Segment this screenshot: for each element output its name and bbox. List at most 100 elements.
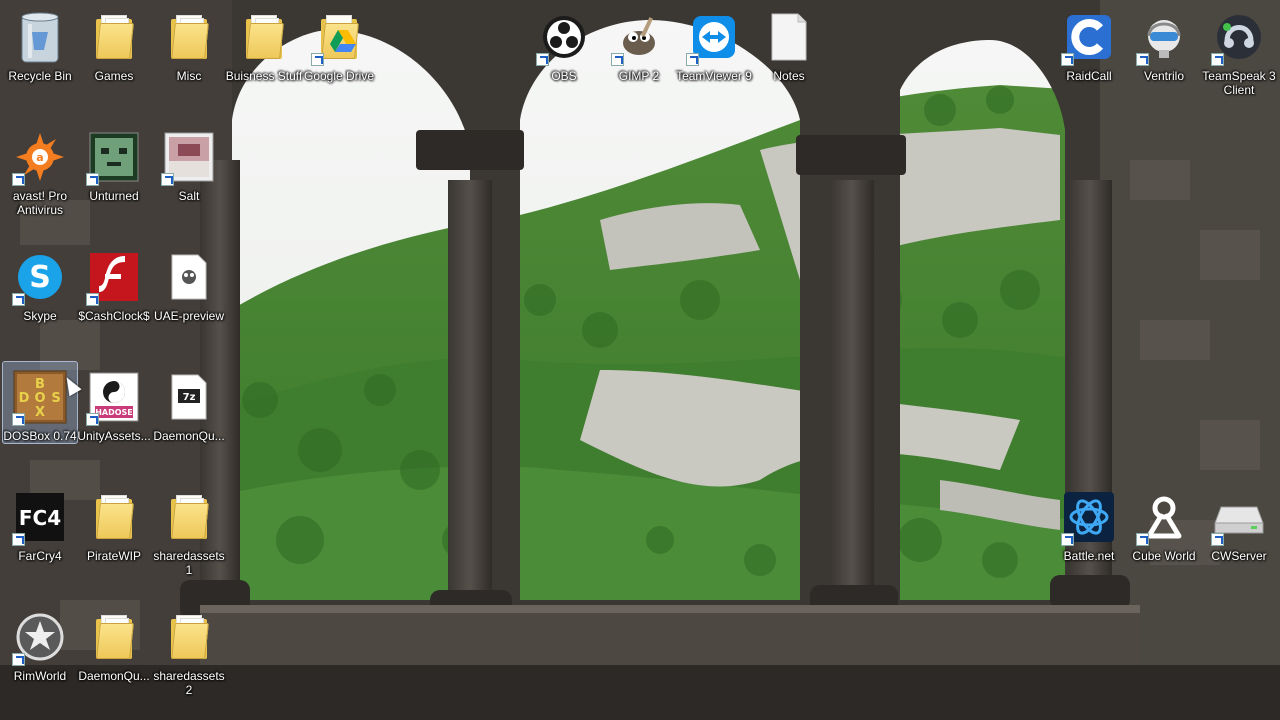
svg-text:D: D — [19, 391, 30, 406]
shortcut-arrow-icon — [311, 53, 324, 66]
desktop-icon-skype[interactable]: S Skype — [3, 242, 77, 323]
rimworld-icon — [11, 608, 69, 666]
desktop-icon-label: Ventrilo — [1143, 69, 1185, 83]
desktop-icon-daemonqu-folder[interactable]: DaemonQu... — [77, 602, 151, 683]
desktop-icon-dosbox[interactable]: BDOSX DOSBox 0.74 — [2, 361, 78, 444]
desktop-icon-label: OBS — [551, 69, 577, 83]
shortcut-arrow-icon — [1211, 533, 1224, 546]
desktop-icon-label: sharedassets2 — [153, 669, 225, 697]
desktop-icon-rimworld[interactable]: RimWorld — [3, 602, 77, 683]
salt-icon — [160, 128, 218, 186]
shortcut-arrow-icon — [611, 53, 624, 66]
unity-assets-icon: HADOSE — [85, 368, 143, 426]
desktop-icon-farcry4[interactable]: FC4 FarCry4 — [3, 482, 77, 563]
desktop-icon-label: RaidCall — [1066, 69, 1112, 83]
desktop-icon-label: GIMP 2 — [618, 69, 660, 83]
folder-icon — [235, 8, 293, 66]
shortcut-arrow-icon — [161, 173, 174, 186]
desktop-icon-label: TeamSpeak 3 Client — [1202, 69, 1276, 97]
desktop-icon-label: FarCry4 — [18, 549, 62, 563]
desktop-icon-games-folder[interactable]: Games — [77, 2, 151, 83]
desktop-icon-buisness-stuff-folder[interactable]: Buisness Stuff — [225, 2, 303, 83]
desktop-icon-label: Notes — [773, 69, 805, 83]
desktop-icon-daemonqu-archive[interactable]: 7z DaemonQu... — [152, 362, 226, 443]
desktop-icon-cwserver[interactable]: CWServer — [1202, 482, 1276, 563]
desktop-icon-sharedassets2-folder[interactable]: sharedassets2 — [152, 602, 226, 697]
folder-icon — [85, 488, 143, 546]
desktop-icon-teamviewer[interactable]: TeamViewer 9 — [676, 2, 752, 83]
desktop-icon-notes[interactable]: Notes — [752, 2, 826, 83]
skype-icon: S — [11, 248, 69, 306]
desktop-icon-avast[interactable]: a avast! Pro Antivirus — [3, 122, 77, 217]
avast-icon: a — [11, 128, 69, 186]
desktop-icon-salt[interactable]: Salt — [152, 122, 226, 203]
desktop-icon-label: Cube World — [1132, 549, 1196, 563]
shortcut-arrow-icon — [12, 653, 25, 666]
flash-icon — [85, 248, 143, 306]
folder-icon — [85, 608, 143, 666]
battlenet-icon — [1060, 488, 1118, 546]
desktop-icon-uae-preview[interactable]: UAE-preview — [152, 242, 226, 323]
desktop-icon-label: DOSBox 0.74 — [3, 429, 77, 443]
desktop-icon-label: TeamViewer 9 — [676, 69, 752, 83]
desktop: Recycle Bin Games Misc Buisness Stuff Go… — [0, 0, 1280, 720]
desktop-icon-label: avast! Pro Antivirus — [12, 189, 68, 217]
shortcut-arrow-icon — [86, 413, 99, 426]
svg-text:HADOSE: HADOSE — [95, 408, 133, 417]
desktop-icon-label: DaemonQu... — [78, 669, 150, 683]
desktop-icon-label: CWServer — [1211, 549, 1267, 563]
desktop-icon-label: RimWorld — [13, 669, 67, 683]
google-drive-folder-icon — [310, 8, 368, 66]
desktop-icon-piratewip-folder[interactable]: PirateWIP — [77, 482, 151, 563]
desktop-icon-label: sharedassets1 — [153, 549, 225, 577]
folder-icon — [85, 8, 143, 66]
desktop-icon-raidcall[interactable]: RaidCall — [1052, 2, 1126, 83]
folder-icon — [160, 488, 218, 546]
recycle-bin-icon — [11, 8, 69, 66]
folder-icon — [160, 608, 218, 666]
desktop-icon-cube-world[interactable]: Cube World — [1127, 482, 1201, 563]
unturned-icon — [85, 128, 143, 186]
svg-text:O: O — [34, 391, 45, 406]
gimp-icon — [610, 8, 668, 66]
desktop-icon-battlenet[interactable]: Battle.net — [1052, 482, 1126, 563]
drive-icon — [1210, 488, 1268, 546]
desktop-icon-recycle-bin[interactable]: Recycle Bin — [3, 2, 77, 83]
desktop-icon-gimp[interactable]: GIMP 2 — [602, 2, 676, 83]
desktop-icon-unturned[interactable]: Unturned — [77, 122, 151, 203]
shortcut-arrow-icon — [536, 53, 549, 66]
shortcut-arrow-icon — [12, 173, 25, 186]
desktop-icon-label: Games — [94, 69, 134, 83]
desktop-icon-obs[interactable]: OBS — [527, 2, 601, 83]
svg-text:S: S — [51, 391, 60, 406]
farcry4-icon: FC4 — [11, 488, 69, 546]
ventrilo-icon — [1135, 8, 1193, 66]
folder-icon — [160, 8, 218, 66]
desktop-icon-label: Recycle Bin — [8, 69, 72, 83]
desktop-icon-label: PirateWIP — [86, 549, 141, 563]
desktop-icon-teamspeak[interactable]: TeamSpeak 3 Client — [1202, 2, 1276, 97]
shortcut-arrow-icon — [12, 293, 25, 306]
desktop-icon-label: Salt — [178, 189, 200, 203]
svg-text:7z: 7z — [183, 392, 196, 403]
teamspeak-icon — [1210, 8, 1268, 66]
desktop-icon-label: UAE-preview — [153, 309, 225, 323]
desktop-icon-label: Misc — [176, 69, 202, 83]
shortcut-arrow-icon — [12, 413, 25, 426]
desktop-icon-google-drive[interactable]: Google Drive — [302, 2, 376, 83]
shortcut-arrow-icon — [86, 293, 99, 306]
shortcut-arrow-icon — [1061, 533, 1074, 546]
desktop-icon-ventrilo[interactable]: Ventrilo — [1127, 2, 1201, 83]
obs-icon — [535, 8, 593, 66]
desktop-icon-misc-folder[interactable]: Misc — [152, 2, 226, 83]
shortcut-arrow-icon — [1136, 533, 1149, 546]
text-file-icon — [760, 8, 818, 66]
cube-world-icon — [1135, 488, 1193, 546]
desktop-icon-sharedassets1-folder[interactable]: sharedassets1 — [152, 482, 226, 577]
svg-text:FC4: FC4 — [19, 506, 61, 530]
svg-text:a: a — [36, 151, 43, 164]
desktop-icon-cashclock[interactable]: $CashClock$ — [77, 242, 151, 323]
svg-text:X: X — [35, 405, 45, 420]
desktop-icon-label: Buisness Stuff — [225, 69, 303, 83]
desktop-icon-unityassets[interactable]: HADOSE UnityAssets... — [77, 362, 151, 443]
